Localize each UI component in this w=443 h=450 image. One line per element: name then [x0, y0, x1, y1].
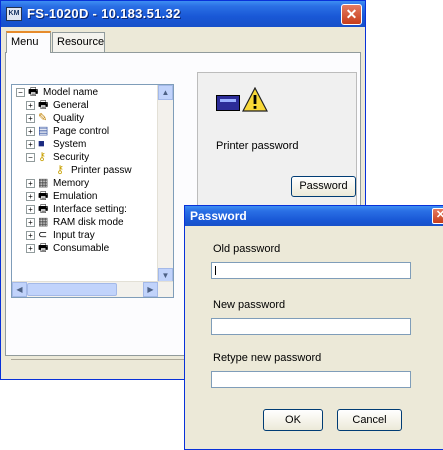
app-icon: KM: [6, 7, 22, 21]
expand-icon[interactable]: +: [26, 140, 35, 149]
scroll-thumb[interactable]: [27, 283, 117, 296]
title-bar[interactable]: KM FS-1020D - 10.183.51.32 ✕: [1, 1, 365, 27]
tree-item-label: Input tray: [53, 230, 95, 241]
dialog-close-button[interactable]: ✕: [432, 208, 443, 224]
warning-icon: [242, 87, 268, 112]
scroll-left-icon[interactable]: ◀: [12, 282, 27, 297]
settings-tree[interactable]: − 🖶 Model name + 🖶 General + ✎ Quality +…: [11, 84, 174, 298]
window-title: FS-1020D - 10.183.51.32: [27, 6, 181, 21]
tree-vertical-scrollbar[interactable]: ▲ ▼: [157, 85, 173, 283]
input-tray-icon: ⊂: [38, 229, 48, 241]
key-icon: ⚷: [38, 151, 47, 163]
tree-item-label: Interface setting:: [53, 204, 127, 215]
cancel-button[interactable]: Cancel: [337, 409, 402, 431]
ok-button[interactable]: OK: [263, 409, 323, 431]
retype-password-label: Retype new password: [213, 352, 322, 364]
tree-item-label: Page control: [53, 126, 110, 137]
tree-item-label: System: [53, 139, 87, 150]
page-control-icon: ▤: [38, 125, 49, 137]
tree-item-label: General: [53, 100, 89, 111]
collapse-icon[interactable]: −: [16, 88, 25, 97]
expand-icon[interactable]: +: [26, 179, 35, 188]
tab-menu[interactable]: Menu: [6, 31, 51, 53]
tree-item-label: RAM disk mode: [53, 217, 124, 228]
expand-icon[interactable]: +: [26, 192, 35, 201]
old-password-field[interactable]: [211, 262, 411, 279]
tab-resource[interactable]: Resource: [52, 32, 105, 52]
expand-icon[interactable]: +: [26, 231, 35, 240]
tree-item-label: Security: [53, 152, 90, 163]
printer-password-panel: Printer password Password: [197, 72, 357, 212]
retype-password-field[interactable]: [211, 371, 411, 388]
printer-icon: 🖶: [38, 99, 49, 111]
expand-icon[interactable]: +: [26, 127, 35, 136]
printer-icon: 🖶: [28, 86, 39, 98]
tree-item-label: Quality: [53, 113, 85, 124]
expand-icon[interactable]: +: [26, 218, 35, 227]
password-dialog: Password ✕ Old password New password Ret…: [184, 205, 443, 450]
scroll-up-icon[interactable]: ▲: [158, 85, 173, 100]
device-icon: [216, 95, 240, 111]
printer-icon: 🖶: [38, 190, 49, 202]
old-password-label: Old password: [213, 243, 281, 255]
collapse-icon[interactable]: −: [26, 153, 35, 162]
expand-icon[interactable]: +: [26, 205, 35, 214]
tree-horizontal-scrollbar[interactable]: ◀ ▶: [12, 281, 173, 297]
expand-icon[interactable]: +: [26, 114, 35, 123]
dialog-title-bar[interactable]: Password ✕: [185, 206, 443, 226]
tree-item-label: Memory: [53, 178, 90, 189]
close-button[interactable]: ✕: [341, 4, 362, 25]
password-button[interactable]: Password: [291, 176, 356, 197]
printer-icon: 🖶: [38, 203, 49, 215]
scroll-right-icon[interactable]: ▶: [143, 282, 158, 297]
text-caret: [215, 266, 216, 275]
key-icon: ⚷: [56, 164, 65, 176]
quality-icon: ✎: [38, 112, 48, 124]
tree-item-label: Consumable: [53, 243, 110, 254]
printer-icon: 🖶: [38, 242, 49, 254]
tree-item-label: Model name: [43, 87, 99, 98]
floppy-icon: ■: [38, 138, 45, 150]
dialog-title: Password: [190, 209, 247, 223]
new-password-label: New password: [213, 299, 286, 311]
printer-password-label: Printer password: [216, 140, 299, 152]
expand-icon[interactable]: +: [26, 101, 35, 110]
new-password-field[interactable]: [211, 318, 411, 335]
tree-item-label: Emulation: [53, 191, 98, 202]
tree-item-label: Printer passw: [71, 165, 132, 176]
expand-icon[interactable]: +: [26, 244, 35, 253]
memory-icon: ▦: [38, 177, 49, 189]
memory-icon: ▦: [38, 216, 49, 228]
